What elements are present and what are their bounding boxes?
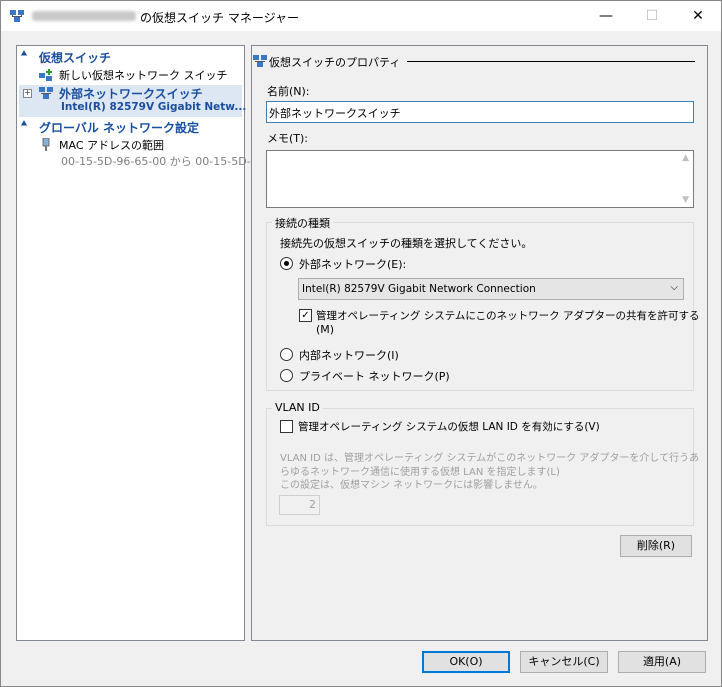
- network-switch-icon: [39, 87, 53, 99]
- allow-mgmt-share-checkbox[interactable]: ✓: [299, 309, 312, 322]
- internal-network-radio[interactable]: [280, 348, 293, 361]
- mac-range-label: MAC アドレスの範囲: [59, 139, 164, 152]
- vlan-group: VLAN ID 管理オペレーティング システムの仮想 LAN ID を有効にする…: [266, 401, 699, 526]
- memo-field[interactable]: ▲ ▼: [266, 150, 694, 208]
- virtual-switches-header[interactable]: ⯅ 仮想スイッチ: [19, 49, 242, 65]
- nav-item-label: 新しい仮想ネットワーク スイッチ: [59, 69, 228, 82]
- connection-type-title: 接続の種類: [272, 215, 333, 231]
- vlan-id-field: 2: [279, 495, 320, 515]
- nav-item-external-switch[interactable]: + 外部ネットワークスイッチ Intel(R) 82579V Gigabit N…: [19, 85, 246, 117]
- external-switch-name: 外部ネットワークスイッチ: [59, 87, 203, 101]
- vlan-desc-line1: VLAN ID は、管理オペレーティング システムがこのネットワーク アダプター…: [280, 453, 700, 464]
- ok-button[interactable]: OK(O): [422, 651, 510, 673]
- vlan-desc-line3: この設定は、仮想マシン ネットワークには影響しません。: [280, 480, 543, 491]
- cancel-button[interactable]: キャンセル(C): [520, 651, 608, 673]
- private-network-label[interactable]: プライベート ネットワーク(P): [299, 368, 450, 384]
- private-network-radio[interactable]: [280, 369, 293, 382]
- virtual-switch-manager-window: の仮想スイッチ マネージャー — ☐ ✕ ⯅ 仮想スイッチ 新しい仮想ネットワー…: [0, 0, 722, 687]
- global-settings-header[interactable]: ⯅ グローバル ネットワーク設定: [19, 119, 242, 135]
- window-title: の仮想スイッチ マネージャー: [140, 11, 299, 25]
- internal-network-label[interactable]: 内部ネットワーク(I): [299, 347, 399, 363]
- mac-address-icon: [42, 138, 50, 151]
- collapse-chevron-icon[interactable]: ⯅: [20, 49, 28, 60]
- section-divider: [407, 61, 695, 62]
- connection-type-desc: 接続先の仮想スイッチの種類を選択してください。: [280, 237, 533, 250]
- vlan-title: VLAN ID: [272, 401, 323, 414]
- minimize-button[interactable]: —: [583, 1, 629, 31]
- mac-range-value: 00-15-5D-96-65-00 から 00-15-5D-...: [61, 155, 262, 168]
- remove-button[interactable]: 削除(R): [620, 535, 692, 557]
- virtual-switch-app-icon: [10, 10, 24, 22]
- allow-mgmt-share-label[interactable]: 管理オペレーティング システムにこのネットワーク アダプターの共有を許可する: [316, 308, 700, 323]
- apply-button[interactable]: 適用(A): [618, 651, 706, 673]
- external-switch-adapter: Intel(R) 82579V Gigabit Netw...: [61, 101, 247, 113]
- network-switch-icon: [253, 55, 267, 67]
- connection-type-group: 接続の種類 接続先の仮想スイッチの種類を選択してください。 外部ネットワーク(E…: [266, 215, 700, 391]
- maximize-button: ☐: [645, 8, 659, 24]
- expand-icon[interactable]: +: [23, 89, 32, 98]
- close-button[interactable]: ✕: [675, 1, 721, 31]
- name-label: 名前(N):: [267, 85, 310, 98]
- nav-item-mac-range[interactable]: MAC アドレスの範囲 00-15-5D-96-65-00 から 00-15-5…: [19, 137, 261, 169]
- vlan-enable-checkbox[interactable]: [280, 420, 293, 433]
- vlan-enable-label[interactable]: 管理オペレーティング システムの仮想 LAN ID を有効にする(V): [298, 419, 600, 434]
- blurred-host-name: [32, 11, 136, 21]
- allow-mgmt-share-key: (M): [316, 323, 335, 336]
- title-bar[interactable]: の仮想スイッチ マネージャー — ☐ ✕: [1, 1, 721, 31]
- chevron-down-icon: ⌵: [670, 282, 678, 293]
- scroll-down-icon[interactable]: ▼: [682, 195, 689, 205]
- adapter-select[interactable]: Intel(R) 82579V Gigabit Network Connecti…: [298, 278, 684, 300]
- nav-item-new-switch[interactable]: 新しい仮想ネットワーク スイッチ: [19, 67, 242, 83]
- collapse-chevron-icon[interactable]: ⯅: [20, 119, 28, 130]
- memo-label: メモ(T):: [267, 132, 309, 145]
- external-network-radio[interactable]: [280, 257, 293, 270]
- external-network-label[interactable]: 外部ネットワーク(E):: [299, 256, 406, 272]
- section-title: 仮想スイッチのプロパティ: [269, 56, 401, 69]
- new-switch-icon: [39, 69, 52, 81]
- name-field[interactable]: 外部ネットワークスイッチ: [266, 101, 694, 123]
- scroll-up-icon[interactable]: ▲: [682, 153, 689, 163]
- navigation-pane: ⯅ 仮想スイッチ 新しい仮想ネットワーク スイッチ + 外部ネットワークスイッチ…: [16, 45, 261, 641]
- properties-pane: 仮想スイッチのプロパティ 名前(N): 外部ネットワークスイッチ メモ(T): …: [251, 45, 708, 641]
